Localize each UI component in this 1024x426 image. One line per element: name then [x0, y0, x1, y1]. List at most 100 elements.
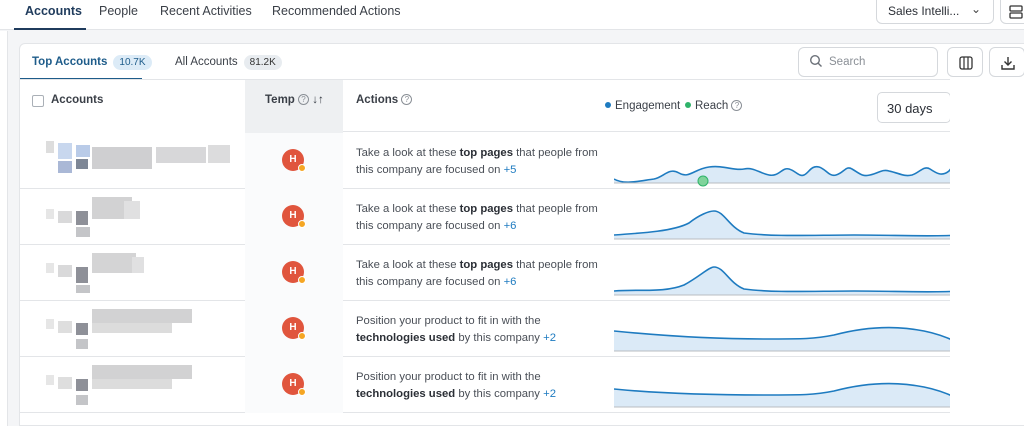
time-range-select[interactable]: 30 days: [877, 92, 951, 123]
hot-temperature-icon: H: [282, 205, 306, 228]
engagement-sparkline: [614, 326, 959, 352]
legend-engagement: Engagement: [605, 100, 680, 112]
action-text-pre: Take a look at these: [356, 259, 460, 271]
action-text: Take a look at these top pages that peop…: [356, 257, 606, 291]
account-name-redacted[interactable]: [28, 309, 238, 351]
hot-temperature-icon: H: [282, 317, 306, 340]
engagement-line: [614, 266, 959, 293]
table-row[interactable]: H Position your product to fit in with t…: [20, 357, 1024, 413]
table-row[interactable]: H Take a look at these top pages that pe…: [20, 133, 1024, 189]
temp-badge-dot: [298, 388, 306, 396]
temp-column-label: Temp: [265, 94, 295, 106]
action-text-pre: Position your product to fit in with the: [356, 371, 541, 383]
engagement-sparkline: [614, 210, 959, 240]
columns-icon: [959, 56, 973, 70]
temp-letter: H: [289, 266, 297, 277]
tab-people[interactable]: People: [99, 4, 138, 18]
search-input[interactable]: Search: [798, 47, 938, 77]
action-text-post: by this company: [455, 332, 544, 344]
subtab-top-accounts[interactable]: Top Accounts 10.7K: [32, 55, 152, 70]
account-name-redacted[interactable]: [28, 197, 238, 239]
temp-badge-dot: [298, 332, 306, 340]
reach-dot: [685, 102, 691, 108]
temp-column-header[interactable]: Temp ? ↓↑: [265, 94, 324, 106]
accounts-header-cell: [20, 80, 245, 133]
chevron-down-icon: ⌄: [970, 2, 981, 16]
engagement-sparkline: [614, 382, 959, 408]
account-name-redacted[interactable]: [28, 141, 238, 183]
action-text-pre: Position your product to fit in with the: [356, 315, 541, 327]
more-actions-link[interactable]: +5: [504, 164, 517, 176]
hot-temperature-icon: H: [282, 261, 306, 284]
subtab-top-accounts-label: Top Accounts: [32, 56, 108, 68]
select-all-checkbox[interactable]: [32, 95, 44, 107]
tab-accounts[interactable]: Accounts: [25, 4, 82, 18]
action-text-bold: top pages: [459, 259, 513, 271]
download-button[interactable]: [989, 47, 1024, 77]
top-accounts-count: 10.7K: [113, 55, 152, 70]
left-sidebar-edge: [0, 31, 8, 426]
action-text: Take a look at these top pages that peop…: [356, 145, 606, 179]
action-text: Take a look at these top pages that peop…: [356, 201, 606, 235]
account-name-redacted[interactable]: [28, 365, 238, 407]
download-icon: [1001, 57, 1015, 70]
search-placeholder: Search: [829, 56, 866, 68]
actions-column-label: Actions: [356, 94, 399, 106]
more-actions-link[interactable]: +6: [504, 220, 517, 232]
engagement-sparkline: [614, 156, 959, 187]
layout-button[interactable]: [1000, 0, 1024, 24]
temp-letter: H: [289, 378, 297, 389]
engagement-sparkline: [614, 266, 959, 296]
accounts-column-header[interactable]: Accounts: [51, 94, 103, 106]
action-text-bold: technologies used: [356, 332, 456, 344]
accounts-panel: Top Accounts 10.7K All Accounts 81.2K Sear…: [19, 43, 1024, 426]
all-accounts-count: 81.2K: [243, 55, 282, 70]
more-actions-link[interactable]: +2: [543, 332, 556, 344]
table-row[interactable]: H Take a look at these top pages that pe…: [20, 189, 1024, 245]
legend-reach-label: Reach: [695, 100, 729, 112]
temp-badge-dot: [298, 164, 306, 172]
action-text-bold: top pages: [459, 147, 513, 159]
temp-letter: H: [289, 322, 297, 333]
help-icon[interactable]: ?: [298, 94, 310, 105]
view-select[interactable]: Sales Intelli... ⌄: [876, 0, 994, 24]
subtab-all-accounts[interactable]: All Accounts 81.2K: [175, 55, 282, 70]
sort-icon[interactable]: ↓↑: [312, 94, 324, 106]
more-actions-link[interactable]: +2: [543, 388, 556, 400]
action-text-bold: technologies used: [356, 388, 456, 400]
time-range-value: 30 days: [887, 101, 933, 116]
search-icon: [809, 54, 822, 67]
layout-icon: [1009, 5, 1023, 19]
table-row[interactable]: H Take a look at these top pages that pe…: [20, 245, 1024, 301]
columns-button[interactable]: [947, 47, 983, 77]
action-text: Position your product to fit in with the…: [356, 313, 606, 347]
active-tab-indicator: [14, 28, 86, 30]
action-text-post: by this company: [455, 388, 544, 400]
actions-column-header: Actions ?: [356, 94, 413, 106]
action-text-pre: Take a look at these: [356, 147, 460, 159]
help-icon[interactable]: ?: [401, 94, 413, 105]
tab-recommended-actions[interactable]: Recommended Actions: [272, 4, 401, 18]
view-select-value: Sales Intelli...: [888, 4, 960, 18]
subtab-all-accounts-label: All Accounts: [175, 56, 238, 68]
more-actions-link[interactable]: +6: [504, 276, 517, 288]
action-text-pre: Take a look at these: [356, 203, 460, 215]
account-name-redacted[interactable]: [28, 253, 238, 295]
action-text: Position your product to fit in with the…: [356, 369, 606, 403]
help-icon[interactable]: ?: [731, 100, 743, 111]
engagement-dot: [605, 102, 611, 108]
temp-badge-dot: [298, 276, 306, 284]
reach-marker: [697, 175, 709, 187]
tab-recent-activities[interactable]: Recent Activities: [160, 4, 252, 18]
table-header: Accounts Temp ? ↓↑ Actions ? Engagement …: [20, 79, 1024, 133]
temp-badge-dot: [298, 220, 306, 228]
table-row[interactable]: H Position your product to fit in with t…: [20, 301, 1024, 357]
legend-engagement-label: Engagement: [615, 100, 681, 112]
hot-temperature-icon: H: [282, 373, 306, 396]
temp-letter: H: [289, 210, 297, 221]
hot-temperature-icon: H: [282, 149, 306, 172]
engagement-area: [614, 157, 959, 183]
table-edge-shade: [950, 79, 1024, 425]
legend-reach: Reach ?: [685, 100, 743, 112]
temp-letter: H: [289, 154, 297, 165]
